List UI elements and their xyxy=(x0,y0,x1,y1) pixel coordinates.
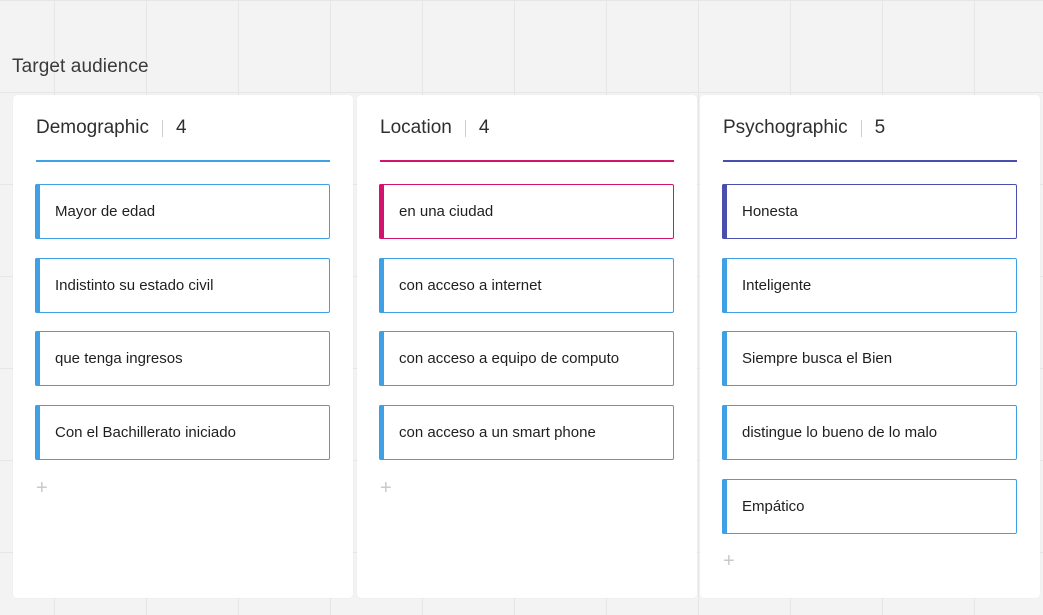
header-divider xyxy=(162,119,163,137)
column-psychographic: Psychographic 5 Honesta Inteligente Siem… xyxy=(700,95,1040,598)
header-divider xyxy=(860,119,862,137)
card[interactable]: con acceso a equipo de computo xyxy=(379,331,674,386)
card-color-bar xyxy=(722,258,727,313)
card-text: Mayor de edad xyxy=(55,203,156,220)
add-card-button[interactable]: + xyxy=(723,551,737,571)
column-header[interactable]: Demographic 4 xyxy=(36,115,187,141)
card-text: Siempre busca el Bien xyxy=(742,350,893,367)
card[interactable]: en una ciudad xyxy=(379,184,674,239)
card-color-bar xyxy=(722,479,727,534)
card-text: que tenga ingresos xyxy=(55,350,183,367)
column-title[interactable]: Psychographic xyxy=(723,117,848,139)
column-header[interactable]: Psychographic 5 xyxy=(723,115,885,141)
card-color-bar xyxy=(722,331,727,386)
card-count: 4 xyxy=(478,117,490,138)
card-text: Indistinto su estado civil xyxy=(55,277,214,294)
card[interactable]: Honesta xyxy=(722,184,1017,239)
card-color-bar xyxy=(722,405,727,460)
card[interactable]: Mayor de edad xyxy=(35,184,330,239)
column-accent-line xyxy=(723,160,1017,162)
card[interactable]: Empático xyxy=(722,479,1017,534)
header-divider xyxy=(464,119,466,137)
plus-icon: + xyxy=(723,550,735,572)
card[interactable]: con acceso a internet xyxy=(379,258,674,313)
frame-title[interactable]: Target audience xyxy=(12,56,149,78)
card-color-bar xyxy=(35,184,40,239)
card[interactable]: Con el Bachillerato iniciado xyxy=(35,405,330,460)
card-text: con acceso a un smart phone xyxy=(399,424,596,441)
card-text: con acceso a equipo de computo xyxy=(399,350,620,367)
card[interactable]: que tenga ingresos xyxy=(35,331,330,386)
add-card-button[interactable]: + xyxy=(380,478,394,498)
card-count: 5 xyxy=(874,117,886,138)
card-color-bar xyxy=(35,331,40,386)
add-card-button[interactable]: + xyxy=(36,478,50,498)
card-color-bar xyxy=(379,405,384,460)
card-color-bar xyxy=(35,258,40,313)
plus-icon: + xyxy=(36,477,48,499)
column-location: Location 4 en una ciudad con acceso a in… xyxy=(357,95,697,598)
column-title[interactable]: Demographic xyxy=(36,117,149,139)
column-demographic: Demographic 4 Mayor de edad Indistinto s… xyxy=(13,95,353,598)
card-text: con acceso a internet xyxy=(399,277,542,294)
card[interactable]: distingue lo bueno de lo malo xyxy=(722,405,1017,460)
card[interactable]: Inteligente xyxy=(722,258,1017,313)
card-text: distingue lo bueno de lo malo xyxy=(742,424,938,441)
card-color-bar xyxy=(379,258,384,313)
card[interactable]: con acceso a un smart phone xyxy=(379,405,674,460)
card-color-bar xyxy=(379,184,384,239)
column-accent-line xyxy=(36,160,330,162)
column-title[interactable]: Location xyxy=(380,117,452,139)
card[interactable]: Indistinto su estado civil xyxy=(35,258,330,313)
column-header[interactable]: Location 4 xyxy=(380,115,489,141)
card-color-bar xyxy=(722,184,727,239)
card-text: Inteligente xyxy=(742,277,812,294)
card-text: Honesta xyxy=(742,203,798,220)
plus-icon: + xyxy=(380,477,392,499)
card-color-bar xyxy=(35,405,40,460)
card-text: Con el Bachillerato iniciado xyxy=(55,424,236,441)
card-text: en una ciudad xyxy=(399,203,494,220)
card-text: Empático xyxy=(742,498,805,515)
column-accent-line xyxy=(380,160,674,162)
card-count: 4 xyxy=(176,117,187,138)
card[interactable]: Siempre busca el Bien xyxy=(722,331,1017,386)
card-color-bar xyxy=(379,331,384,386)
